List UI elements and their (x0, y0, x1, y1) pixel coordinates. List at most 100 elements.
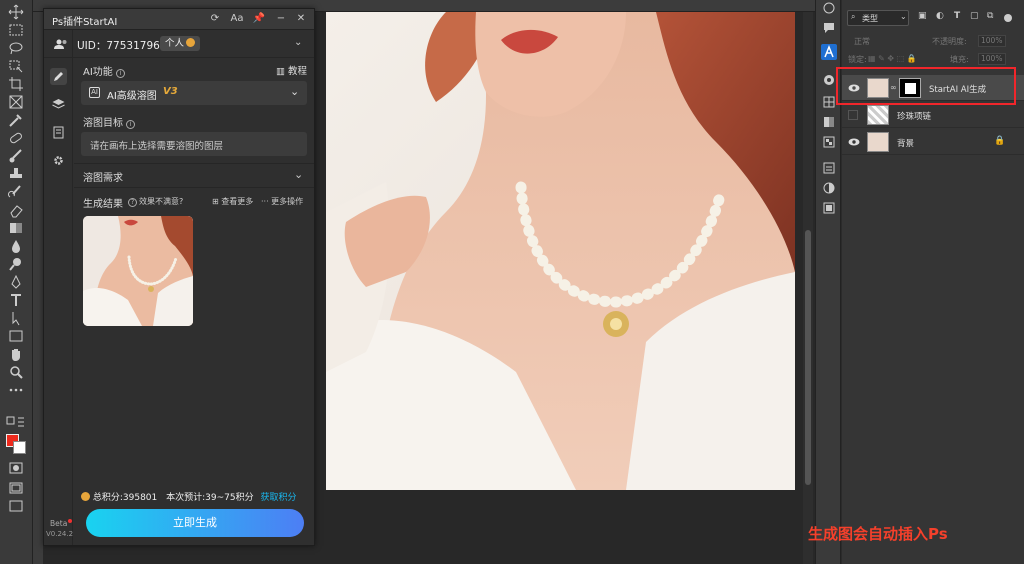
filter-smart-object-icon[interactable]: ⧉ (987, 11, 993, 21)
unsatisfied-link[interactable]: ? 效果不满意? (128, 196, 183, 207)
rectangle-tool-icon[interactable] (7, 328, 25, 344)
result-label: 生成结果 (83, 199, 123, 210)
divider (74, 187, 314, 188)
libraries-icon[interactable] (821, 200, 837, 216)
path-select-tool-icon[interactable] (7, 310, 25, 326)
dodge-tool-icon[interactable] (7, 256, 25, 272)
lock-row: 锁定: ▦ ✎ ✥ ⬚ 🔒 填充: 100% (844, 52, 1022, 68)
more-ops-link[interactable]: ··· 更多操作 (261, 196, 303, 207)
settings-gear-icon[interactable] (50, 152, 67, 169)
ai-mode-icon: AI (89, 87, 100, 98)
refresh-icon[interactable]: ⟳ (208, 12, 222, 26)
document-image[interactable] (326, 12, 795, 490)
visibility-eye-icon[interactable] (848, 137, 860, 147)
comment-icon[interactable] (821, 20, 837, 36)
canvas-scroll-thumb[interactable] (805, 230, 811, 485)
version-label: V0.24.2 (46, 530, 74, 538)
color-wheel-icon[interactable] (821, 72, 837, 88)
filter-pixel-icon[interactable]: ▣ (918, 11, 927, 21)
layers-filter-row: ⌕ 类型 ⌄ ▣ ◐ T ▢ ⧉ (844, 10, 1022, 28)
chevron-down-icon: ⌄ (290, 85, 300, 98)
healing-brush-tool-icon[interactable] (7, 130, 25, 146)
visibility-toggle-off[interactable] (848, 110, 858, 120)
filter-shape-icon[interactable]: ▢ (970, 11, 979, 21)
filter-toggle-icon[interactable] (1004, 14, 1012, 22)
pen-tool-icon[interactable] (7, 274, 25, 290)
edit-nav-icon[interactable] (50, 68, 67, 85)
filter-type-icon[interactable]: T (954, 11, 960, 21)
quick-mask-icon[interactable] (7, 460, 25, 476)
swatches-icon[interactable] (821, 94, 837, 110)
background-color-swatch[interactable] (13, 441, 26, 454)
lasso-tool-icon[interactable] (7, 40, 25, 56)
blend-mode-select[interactable]: 正常 (854, 36, 870, 47)
model-with-pearl-necklace-photo (326, 12, 795, 490)
screen-mode-icon[interactable] (7, 480, 25, 496)
get-points-link[interactable]: 获取积分 (261, 493, 297, 503)
eyedropper-tool-icon[interactable] (7, 112, 25, 128)
estimate-points: 本次预计:39~75积分 (166, 493, 254, 503)
brush-tool-icon[interactable] (7, 148, 25, 164)
crop-tool-icon[interactable] (7, 76, 25, 92)
filter-adjustment-icon[interactable]: ◐ (936, 11, 944, 21)
fill-input[interactable]: 100% (978, 53, 1006, 65)
tutorial-text: 教程 (288, 66, 308, 77)
beta-dot (68, 519, 72, 523)
layer-row-background[interactable]: 背景 🔒 (842, 129, 1024, 155)
opacity-input[interactable]: 100% (978, 35, 1006, 47)
frame-tool-icon[interactable] (7, 94, 25, 110)
target-field[interactable]: 请在画布上选择需要溶图的图层 (81, 132, 307, 156)
patterns-icon[interactable] (821, 134, 837, 150)
document-nav-icon[interactable] (50, 124, 67, 141)
move-tool-icon[interactable] (7, 4, 25, 20)
history-brush-tool-icon[interactable] (7, 184, 25, 200)
info-icon[interactable]: i (115, 69, 125, 78)
layer-filter-label: 类型 (862, 14, 878, 23)
adjustments-icon[interactable] (821, 180, 837, 196)
gradient-tool-icon[interactable] (7, 220, 25, 236)
stamp-tool-icon[interactable] (7, 166, 25, 182)
ai-mode-label: AI高级溶图 (107, 91, 157, 102)
gradients-icon[interactable] (821, 114, 837, 130)
artboard-icon[interactable] (7, 498, 25, 514)
eraser-tool-icon[interactable] (7, 202, 25, 218)
history-icon[interactable] (821, 0, 837, 16)
properties-icon[interactable] (821, 160, 837, 176)
layer-filter-select[interactable]: ⌕ 类型 ⌄ (847, 10, 909, 26)
font-size-icon[interactable]: Aa (230, 12, 244, 26)
info-icon[interactable]: i (126, 120, 135, 129)
more-tools-icon[interactable] (7, 382, 25, 398)
ai-mode-select[interactable]: AI AI高级溶图 V3 ⌄ (81, 81, 307, 105)
result-thumbnail[interactable] (83, 216, 193, 326)
requirement-label[interactable]: 溶图需求 (83, 169, 123, 184)
marquee-tool-icon[interactable] (7, 22, 25, 38)
layers-nav-icon[interactable] (50, 96, 67, 113)
hand-tool-icon[interactable] (7, 346, 25, 362)
pin-icon[interactable]: 📌 (252, 12, 266, 26)
ellipsis-icon: ··· (261, 197, 272, 206)
tutorial-link[interactable]: ▥ 教程 (276, 63, 307, 77)
result-thumbnail-image (83, 216, 193, 326)
plugin-title-bar: Ps插件StartAI ⟳ Aa 📌 − ✕ (44, 9, 314, 30)
chevron-down-icon[interactable]: ⌄ (294, 37, 302, 48)
zoom-tool-icon[interactable] (7, 364, 25, 380)
close-icon[interactable]: ✕ (294, 12, 308, 26)
layer-row-necklace[interactable]: 珍珠项链 (842, 102, 1024, 128)
object-select-tool-icon[interactable] (7, 58, 25, 74)
users-icon (54, 39, 67, 49)
beta-label: Beta (50, 519, 68, 528)
startai-panel-icon[interactable] (821, 44, 837, 60)
startai-plugin-panel: Ps插件StartAI ⟳ Aa 📌 − ✕ Beta V0.24.2 UID：… (43, 8, 315, 546)
more-ops-text: 更多操作 (271, 197, 304, 206)
chevron-down-icon[interactable]: ⌄ (294, 168, 303, 181)
blur-tool-icon[interactable] (7, 238, 25, 254)
edit-toolbar-icon[interactable] (6, 414, 26, 428)
type-tool-icon[interactable] (7, 292, 25, 308)
view-more-link[interactable]: ⊞ 查看更多 (212, 196, 253, 207)
lock-icons[interactable]: ▦ ✎ ✥ ⬚ 🔒 (868, 54, 917, 63)
lock-label: 锁定: (848, 55, 867, 64)
generate-button[interactable]: 立即生成 (86, 509, 304, 537)
account-row[interactable]: UID：775317965 个人 ⌄ (44, 30, 314, 58)
minimize-icon[interactable]: − (274, 12, 288, 26)
account-type-label: 个人 (165, 38, 185, 49)
